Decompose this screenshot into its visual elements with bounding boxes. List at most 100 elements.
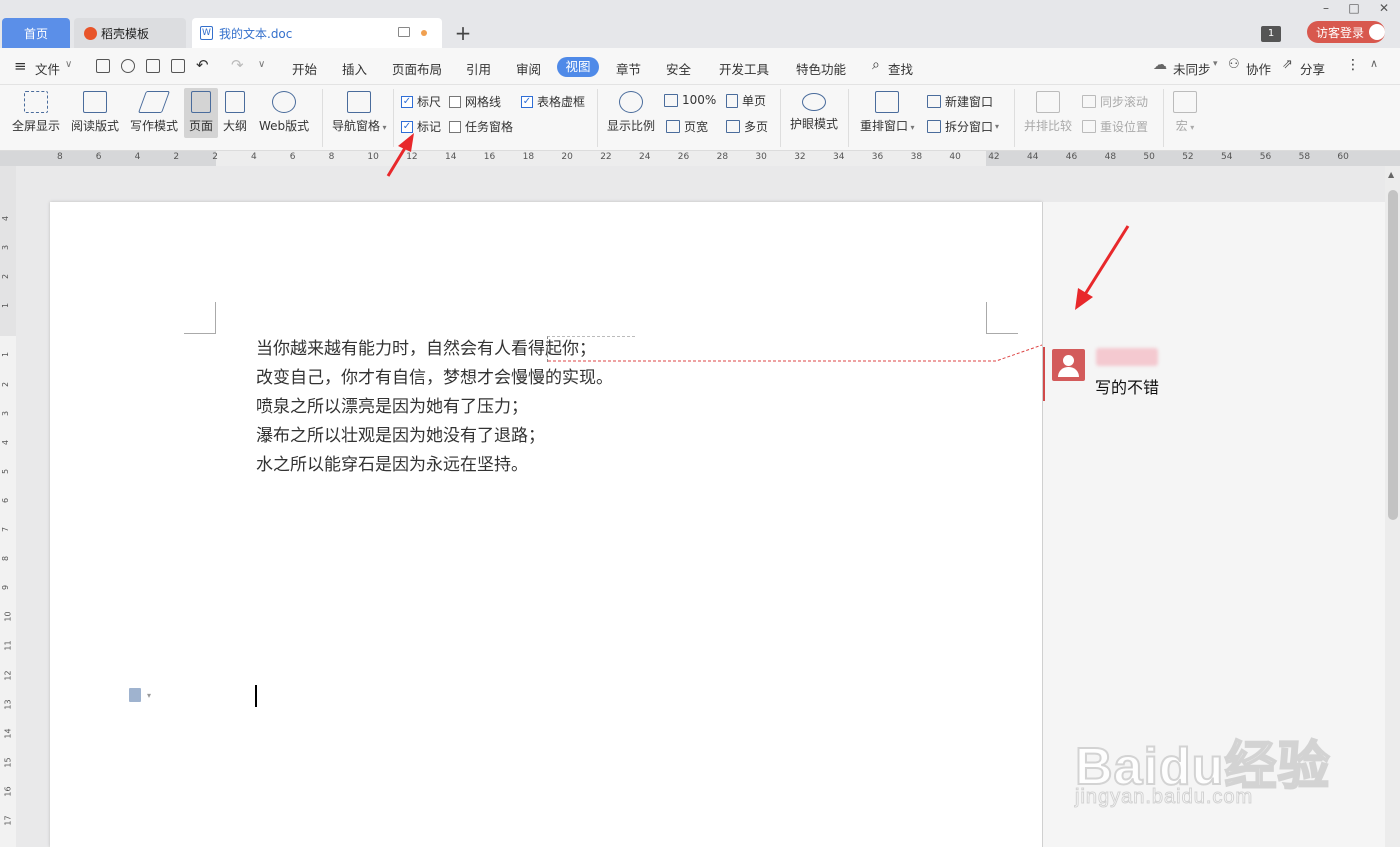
ruler-number: 52 [1182, 152, 1194, 162]
monitor-icon[interactable] [398, 27, 410, 37]
web-layout-label: Web版式 [259, 119, 310, 133]
split-window-dropdown-icon: ▾ [995, 122, 1000, 131]
reading-mode-button[interactable]: 阅读版式 [71, 91, 119, 134]
fullscreen-button[interactable]: 全屏显示 [12, 91, 60, 134]
redo-icon[interactable]: ↷ [231, 56, 244, 74]
menu-start[interactable]: 开始 [292, 59, 317, 78]
ruler-number: 8 [57, 152, 63, 162]
chevron-down-icon[interactable]: ∨ [65, 59, 72, 70]
sync-dropdown-icon[interactable]: ▾ [1213, 59, 1218, 69]
eye-protection-button[interactable]: 护眼模式 [790, 91, 838, 132]
print-icon[interactable] [146, 59, 160, 73]
nav-pane-dropdown-icon: ▾ [380, 123, 387, 132]
menu-page-layout[interactable]: 页面布局 [392, 59, 442, 78]
vruler-number: 5 [1, 468, 11, 474]
zoom-ratio-label: 显示比例 [607, 119, 656, 133]
new-window-button[interactable]: 新建窗口 [927, 93, 993, 110]
nav-pane-button[interactable]: 导航窗格 ▾ [332, 91, 387, 134]
menu-security[interactable]: 安全 [666, 59, 691, 78]
sync-status[interactable]: 未同步 [1173, 59, 1211, 78]
markup-checkbox[interactable]: ✓ 标记 [401, 118, 441, 135]
multi-page-button[interactable]: 多页 [726, 118, 768, 135]
scroll-thumb[interactable] [1388, 190, 1398, 520]
single-page-icon [726, 93, 738, 108]
hamburger-menu-icon[interactable]: ≡ [14, 57, 27, 75]
tab-document[interactable]: W 我的文本.doc [192, 18, 442, 48]
menu-file[interactable]: 文件 [35, 59, 60, 78]
zoom-100-button[interactable]: 100% [664, 93, 716, 107]
menu-developer[interactable]: 开发工具 [719, 59, 769, 78]
horizontal-ruler[interactable]: 8 6 4 2 2 4 6 8 10 12 14 16 18 20 22 24 26 28 30 32 34 36 38 40… [0, 151, 1400, 166]
ruler-checkbox[interactable]: ✓ 标尺 [401, 93, 441, 110]
web-layout-button[interactable]: Web版式 [259, 91, 309, 134]
sync-scroll-button[interactable]: 同步滚动 [1082, 93, 1148, 110]
rearrange-icon [875, 91, 900, 113]
undo-icon[interactable]: ↶ [196, 56, 209, 74]
comment-anchor-range[interactable] [547, 336, 635, 362]
writing-mode-button[interactable]: 写作模式 [130, 91, 178, 134]
print-preview-icon[interactable] [171, 59, 185, 73]
format-painter-icon[interactable] [121, 59, 135, 73]
paste-options-icon[interactable] [129, 688, 141, 702]
vruler-number: 16 [3, 786, 13, 797]
ruler-number: 2 [212, 152, 218, 162]
menu-view[interactable]: 视图 [557, 57, 599, 77]
maximize-button[interactable]: □ [1343, 0, 1365, 18]
minimize-button[interactable]: – [1315, 0, 1337, 18]
menu-insert[interactable]: 插入 [342, 59, 367, 78]
guest-login-button[interactable]: 访客登录 [1307, 21, 1385, 43]
page-width-button[interactable]: 页宽 [666, 118, 708, 135]
scroll-up-icon[interactable]: ▲ [1388, 170, 1394, 179]
split-window-button[interactable]: 拆分窗口 ▾ [927, 118, 999, 135]
reset-position-button[interactable]: 重设位置 [1082, 118, 1148, 135]
document-page[interactable]: 当你越来越有能力时，自然会有人看得起你； 改变自己，你才有自信，梦想才会慢慢的实现… [50, 202, 1042, 847]
unchecked-box-icon [449, 120, 461, 133]
new-tab-button[interactable]: + [453, 20, 473, 46]
page-width-icon [666, 120, 680, 133]
table-gridlines-checkbox[interactable]: ✓ 表格虚框 [521, 93, 585, 110]
rearrange-windows-button[interactable]: 重排窗口 ▾ [860, 91, 915, 134]
single-page-button[interactable]: 单页 [726, 92, 766, 109]
unsaved-dot-icon [421, 30, 427, 36]
zoom-ratio-button[interactable]: 显示比例 [607, 91, 655, 134]
watermark-url: jingyan.baidu.com [1074, 786, 1254, 809]
document-line[interactable]: 喷泉之所以漂亮是因为她有了压力； [256, 393, 613, 422]
tab-templates[interactable]: 稻壳模板 [74, 18, 186, 48]
document-line[interactable]: 水之所以能穿石是因为永远在坚持。 [256, 451, 613, 480]
vruler-number: 1 [1, 303, 11, 309]
paste-options-dropdown-icon[interactable]: ▾ [147, 691, 151, 700]
share-button[interactable]: 分享 [1300, 59, 1325, 78]
menu-references[interactable]: 引用 [466, 59, 491, 78]
vertical-ruler[interactable]: 4 3 2 1 1 2 3 4 5 6 7 8 9 10 11 12 13 14 15 16 17 [0, 166, 16, 847]
share-icon[interactable]: ⇗ [1282, 57, 1293, 72]
crop-mark [184, 302, 216, 334]
save-icon[interactable] [96, 59, 110, 73]
compare-side-by-side-button[interactable]: 并排比较 [1024, 91, 1072, 134]
comment-text[interactable]: 写的不错 [1095, 374, 1159, 398]
menu-review[interactable]: 审阅 [516, 59, 541, 78]
menu-search[interactable]: 查找 [888, 59, 913, 78]
collapse-ribbon-icon[interactable]: ∧ [1370, 57, 1378, 70]
gridlines-checkbox[interactable]: 网格线 [449, 93, 501, 110]
task-pane-checkbox[interactable]: 任务窗格 [449, 118, 513, 135]
vertical-scrollbar[interactable]: ▲ [1385, 166, 1400, 847]
cloud-sync-icon[interactable]: ☁ [1153, 57, 1167, 73]
window-count-badge[interactable]: 1 [1261, 26, 1281, 42]
menu-chapter[interactable]: 章节 [616, 59, 641, 78]
collaborate-button[interactable]: 协作 [1246, 59, 1271, 78]
close-window-button[interactable]: ✕ [1373, 0, 1395, 18]
page-view-button[interactable]: 页面 [184, 88, 218, 138]
comment-author-blurred [1096, 348, 1158, 366]
search-icon[interactable]: ⌕ [872, 57, 880, 73]
outline-button[interactable]: 大纲 [223, 91, 247, 134]
macro-label: 宏 [1175, 119, 1188, 133]
quick-access-dropdown-icon[interactable]: ∨ [258, 59, 265, 70]
collaborate-icon[interactable]: ⚇ [1228, 57, 1240, 72]
tab-bar: 首页 稻壳模板 W 我的文本.doc + – □ ✕ 1 访客登录 [0, 0, 1400, 48]
menu-special-features[interactable]: 特色功能 [796, 59, 846, 78]
more-options-icon[interactable]: ⋮ [1346, 57, 1360, 73]
document-line[interactable]: 瀑布之所以壮观是因为她没有了退路； [256, 422, 613, 451]
macro-button[interactable]: 宏 ▾ [1173, 91, 1197, 134]
document-line[interactable]: 改变自己，你才有自信，梦想才会慢慢的实现。 [256, 364, 613, 393]
tab-home[interactable]: 首页 [2, 18, 70, 48]
